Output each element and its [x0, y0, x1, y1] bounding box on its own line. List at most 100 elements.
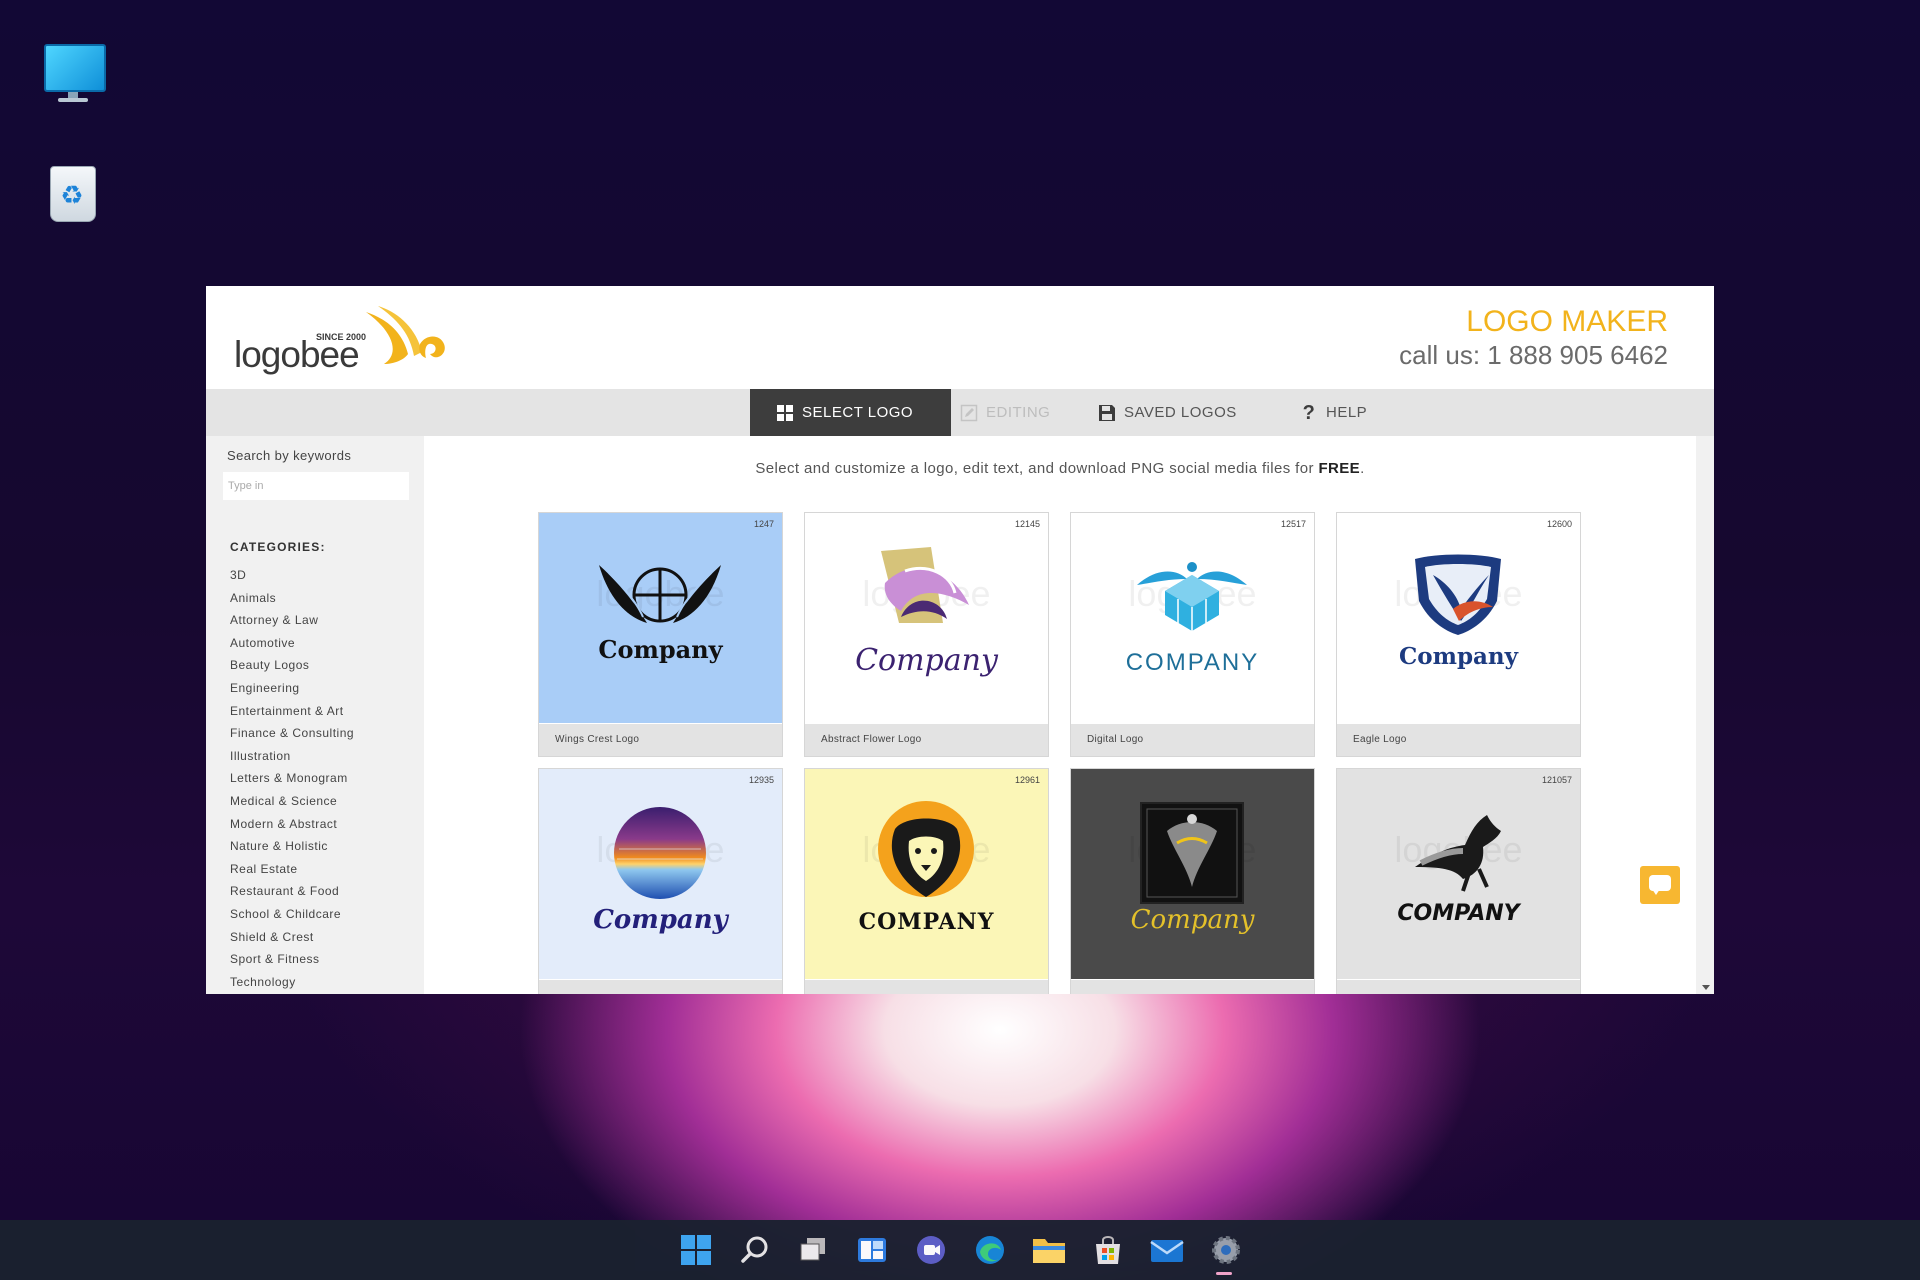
- category-item[interactable]: Animals: [230, 587, 354, 610]
- category-item[interactable]: Entertainment & Art: [230, 700, 354, 723]
- logo-preview: logobee Company 12600: [1337, 513, 1580, 723]
- keyword-search-input[interactable]: [223, 472, 409, 500]
- logo-preview: logobee COMPANY 12517: [1071, 513, 1314, 723]
- logo-card[interactable]: logobee COMPANY 12961: [804, 768, 1049, 994]
- logo-caption: [1071, 980, 1314, 994]
- categories-title: CATEGORIES:: [230, 540, 326, 554]
- horse-icon: [1415, 815, 1501, 892]
- category-item[interactable]: Nature & Holistic: [230, 835, 354, 858]
- logo-caption: Abstract Flower Logo: [805, 724, 1048, 756]
- logo-caption: Digital Logo: [1071, 724, 1314, 756]
- search-label: Search by keywords: [227, 448, 352, 463]
- logo-preview: logobee Company 1247: [539, 513, 782, 723]
- task-view-icon[interactable]: [793, 1230, 833, 1270]
- logo-id: 1247: [753, 519, 774, 529]
- mail-icon[interactable]: [1147, 1230, 1187, 1270]
- scroll-down-icon[interactable]: [1702, 985, 1710, 990]
- company-text: COMPANY: [858, 909, 995, 935]
- logo-id: 12935: [748, 775, 774, 785]
- logo-id: 12600: [1546, 519, 1572, 529]
- logo-id: 121057: [1541, 775, 1572, 785]
- tab-editing-label: EDITING: [986, 404, 1051, 421]
- tab-select-logo-label: SELECT LOGO: [802, 404, 914, 421]
- logo-preview: logobee COMPANY 12961: [805, 769, 1048, 979]
- company-text: Company: [1398, 643, 1519, 670]
- file-explorer-icon[interactable]: [1029, 1230, 1069, 1270]
- category-item[interactable]: Real Estate: [230, 858, 354, 881]
- tab-saved-logos[interactable]: SAVED LOGOS: [1098, 389, 1237, 436]
- digital-cube-icon: [1137, 562, 1247, 631]
- company-text: COMPANY: [1397, 901, 1520, 926]
- abstract-flower-icon: [881, 547, 969, 623]
- logo-maker-title: LOGO MAKER: [1466, 305, 1668, 338]
- chat-button[interactable]: [1640, 866, 1680, 904]
- bee-swoosh-icon: [366, 306, 445, 364]
- category-item[interactable]: Finance & Consulting: [230, 722, 354, 745]
- logo-card[interactable]: logobee Company: [1070, 768, 1315, 994]
- logo-preview: logobee Company: [1071, 769, 1314, 979]
- category-item[interactable]: Sport & Fitness: [230, 948, 354, 971]
- search-icon[interactable]: [735, 1230, 775, 1270]
- tab-select-logo[interactable]: SELECT LOGO: [750, 389, 952, 436]
- intro-end: .: [1360, 460, 1365, 477]
- header-contact: LOGO MAKER call us: 1 888 905 6462: [1399, 304, 1668, 370]
- sunset-sphere-icon: [614, 807, 706, 899]
- category-item[interactable]: Letters & Monogram: [230, 767, 354, 790]
- logo-card[interactable]: logobee COMPANY 121057: [1336, 768, 1581, 994]
- windows-start-icon[interactable]: [676, 1230, 716, 1270]
- microsoft-store-icon[interactable]: [1088, 1230, 1128, 1270]
- this-pc-desktop-icon[interactable]: [40, 40, 106, 106]
- category-item[interactable]: Modern & Abstract: [230, 813, 354, 836]
- widgets-icon[interactable]: [852, 1230, 892, 1270]
- category-item[interactable]: Restaurant & Food: [230, 880, 354, 903]
- category-list: 3D Animals Attorney & Law Automotive Bea…: [230, 564, 354, 993]
- logo-caption: Wings Crest Logo: [539, 724, 782, 756]
- logo-caption: [539, 980, 782, 994]
- taskbar: [0, 1220, 1920, 1280]
- category-item[interactable]: Automotive: [230, 632, 354, 655]
- category-item[interactable]: Beauty Logos: [230, 654, 354, 677]
- teams-chat-icon[interactable]: [911, 1230, 951, 1270]
- logo-card[interactable]: logobee COMPANY 12517 Digital Logo: [1070, 512, 1315, 757]
- edge-browser-icon[interactable]: [970, 1230, 1010, 1270]
- tab-saved-logos-label: SAVED LOGOS: [1124, 404, 1237, 421]
- category-item[interactable]: Shield & Crest: [230, 926, 354, 949]
- company-text: Company: [598, 635, 723, 664]
- save-disk-icon: [1099, 404, 1115, 421]
- tab-editing[interactable]: EDITING: [960, 389, 1050, 436]
- category-item[interactable]: Attorney & Law: [230, 609, 354, 632]
- logo-card[interactable]: logobee Company 1247 Wings Crest Logo: [538, 512, 783, 757]
- category-item[interactable]: 3D: [230, 564, 354, 587]
- logo-card[interactable]: logobee Company 12935: [538, 768, 783, 994]
- sidebar: Search by keywords CATEGORIES: 3D Animal…: [206, 436, 424, 994]
- recycle-bin-desktop-icon[interactable]: ♻: [40, 158, 106, 224]
- intro-main: Select and customize a logo, edit text, …: [755, 460, 1319, 477]
- gallery-scrollbar[interactable]: [1696, 436, 1714, 994]
- intro-free: FREE: [1318, 460, 1361, 477]
- tab-help[interactable]: ? HELP: [1300, 389, 1367, 436]
- active-app-indicator: [1216, 1272, 1232, 1275]
- intro-text: Select and customize a logo, edit text, …: [424, 460, 1696, 477]
- category-item[interactable]: Medical & Science: [230, 790, 354, 813]
- entertainment-frame-icon: [1140, 802, 1244, 904]
- company-text: COMPANY: [1125, 649, 1260, 676]
- main-nav: SELECT LOGO EDITING SAVED LOGOS ? HELP: [206, 389, 1714, 436]
- category-item[interactable]: Illustration: [230, 745, 354, 768]
- logo-preview: logobee Company 12145: [805, 513, 1048, 723]
- category-item[interactable]: School & Childcare: [230, 903, 354, 926]
- category-item[interactable]: Engineering: [230, 677, 354, 700]
- settings-icon[interactable]: [1206, 1230, 1246, 1270]
- edit-icon: [960, 404, 978, 421]
- logo-card[interactable]: logobee Company 12600 Eagle Logo: [1336, 512, 1581, 757]
- lion-head-icon: [878, 801, 974, 897]
- phone-number[interactable]: call us: 1 888 905 6462: [1399, 340, 1668, 370]
- grid-icon: [777, 404, 793, 421]
- logo-preview: logobee COMPANY 121057: [1337, 769, 1580, 979]
- logo-caption: Eagle Logo: [1337, 724, 1580, 756]
- tab-help-label: HELP: [1326, 404, 1368, 421]
- category-item[interactable]: Technology: [230, 971, 354, 994]
- chat-bubble-tail: [1652, 889, 1660, 895]
- logo-card[interactable]: logobee Company 12145 Abstract Flower Lo…: [804, 512, 1049, 757]
- logo-id: 12961: [1014, 775, 1040, 785]
- logobee-logo[interactable]: logobee SINCE 2000: [234, 304, 454, 375]
